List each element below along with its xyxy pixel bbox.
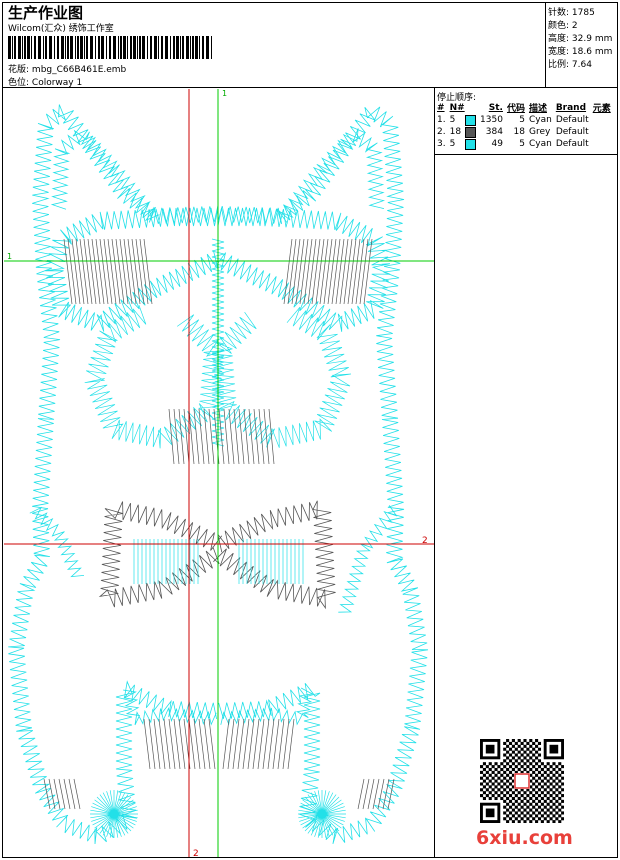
thread-row: 2. 18 384 18 Grey Default bbox=[435, 126, 613, 138]
axis-label-v2: 2 bbox=[193, 849, 199, 857]
colorway-info: 色位: Colorway 1 bbox=[8, 75, 82, 88]
row-desc: Cyan bbox=[528, 115, 552, 125]
design-info: 花版: mbg_C66B461E.emb bbox=[8, 62, 126, 75]
row-stitches: 384 bbox=[485, 127, 503, 137]
color-swatch bbox=[465, 126, 477, 138]
studio-name: Wilcom(汇众) 绣饰工作室 bbox=[8, 24, 114, 34]
col-stitches: St. bbox=[488, 102, 503, 113]
qr-code bbox=[480, 739, 564, 823]
stat-scale: 比例: 7.64 bbox=[548, 60, 592, 70]
col-element: 元素 bbox=[592, 104, 611, 114]
row-stitches: 49 bbox=[491, 139, 503, 149]
axis-label-h2: 2 bbox=[422, 536, 428, 546]
col-brand: Brand bbox=[555, 102, 587, 113]
row-code: 5 bbox=[519, 139, 525, 149]
thread-table: # N# St. 代码 描述 Brand 元素 1. 5 1350 5 Cyan Defa… bbox=[435, 101, 613, 150]
row-swatch bbox=[463, 114, 478, 126]
col-needle: N# bbox=[449, 102, 465, 113]
row-code: 5 bbox=[519, 115, 525, 125]
color-swatch bbox=[465, 138, 477, 150]
axis-label-h1: 1 bbox=[7, 252, 12, 261]
row-swatch bbox=[463, 138, 478, 150]
row-stitches: 1350 bbox=[480, 115, 503, 125]
embroidery-canvas: 1 1 2 2 bbox=[4, 89, 434, 857]
colorway-label: 色位: bbox=[8, 78, 30, 88]
row-desc: Cyan bbox=[528, 139, 552, 149]
design-label: 花版: bbox=[8, 65, 30, 75]
row-swatch bbox=[463, 126, 478, 138]
row-needle: 5 bbox=[449, 139, 456, 149]
design-name: mbg_C66B461E.emb bbox=[31, 65, 127, 75]
thread-row: 1. 5 1350 5 Cyan Default bbox=[435, 114, 613, 126]
page-title: 生产作业图 bbox=[8, 4, 84, 22]
col-index: # bbox=[437, 102, 445, 113]
colorway-name: Colorway 1 bbox=[31, 78, 83, 88]
col-code: 代码 bbox=[506, 104, 525, 114]
row-needle: 18 bbox=[449, 127, 462, 137]
stat-height: 高度: 32.9 mm bbox=[548, 34, 613, 44]
thread-row: 3. 5 49 5 Cyan Default bbox=[435, 138, 613, 150]
stat-width: 宽度: 18.6 mm bbox=[548, 47, 613, 57]
row-code: 18 bbox=[513, 127, 525, 137]
stat-stitches: 针数: 1785 bbox=[548, 8, 595, 18]
row-needle: 5 bbox=[449, 115, 456, 125]
row-desc: Grey bbox=[528, 127, 551, 137]
col-desc: 描述 bbox=[528, 104, 547, 114]
stat-colors: 颜色: 2 bbox=[548, 21, 578, 31]
row-brand: Default bbox=[555, 139, 589, 149]
row-index: 2. bbox=[437, 127, 446, 137]
axis-label-v1: 1 bbox=[222, 89, 227, 98]
row-index: 3. bbox=[437, 139, 446, 149]
row-brand: Default bbox=[555, 127, 589, 137]
watermark-logo: 6xiu.com bbox=[476, 827, 573, 849]
thread-table-header: # N# St. 代码 描述 Brand 元素 bbox=[435, 101, 613, 115]
barcode bbox=[8, 36, 212, 59]
row-brand: Default bbox=[555, 115, 589, 125]
row-index: 1. bbox=[437, 115, 446, 125]
color-swatch bbox=[465, 114, 477, 126]
